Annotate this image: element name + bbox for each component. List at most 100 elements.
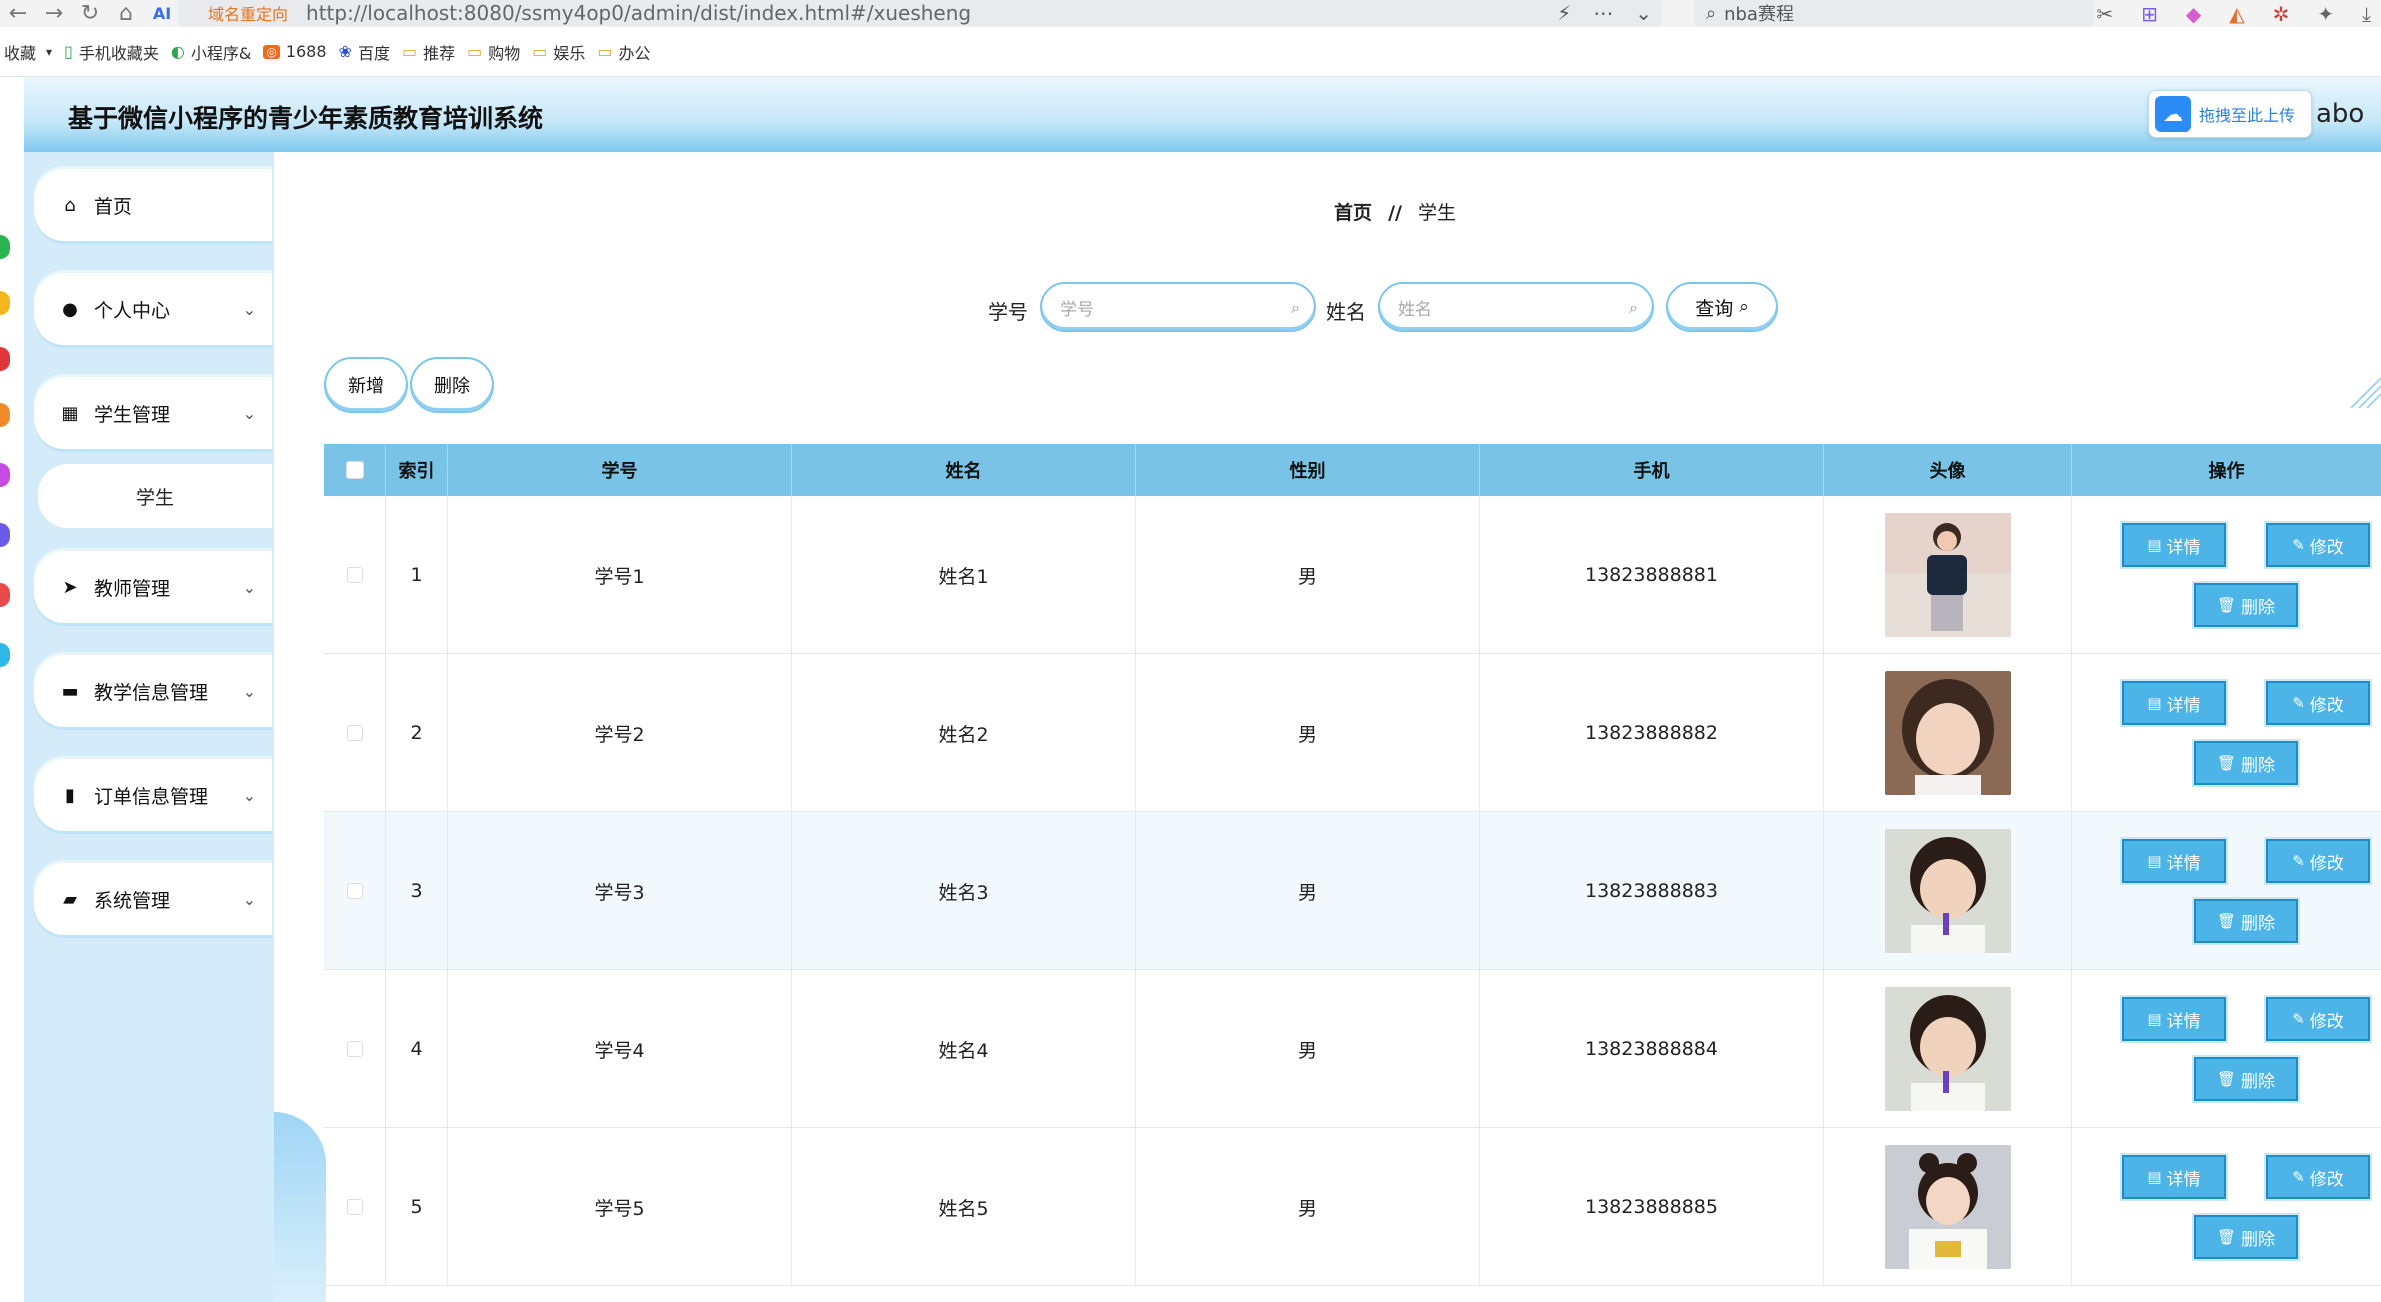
row-actions: ▤ 详情 ✎ 修改 🗑 删除 (2072, 1128, 2381, 1286)
delete-button[interactable]: 🗑 删除 (2194, 899, 2298, 943)
student-avatar[interactable] (1884, 829, 2011, 953)
delete-button[interactable]: 🗑 删除 (2194, 741, 2298, 785)
select-all-checkbox[interactable] (345, 461, 364, 479)
sidebar-subitem-student[interactable]: 学生 (38, 464, 272, 528)
pencil-icon: ✎ (2292, 852, 2305, 870)
trash-icon: 🗑 (2216, 912, 2237, 930)
edit-button[interactable]: ✎ 修改 (2266, 1155, 2370, 1199)
detail-button[interactable]: ▤ 详情 (2122, 997, 2226, 1041)
book-icon: ▮ (65, 784, 75, 806)
user-name[interactable]: abo (2316, 99, 2364, 129)
miniapp-icon: ◐ (170, 42, 185, 61)
table-row: 4 学号4 姓名4 男 13823888884 ▤ 详情 ✎ 修改 🗑 删除 (324, 970, 2381, 1128)
sidebar-item-order-info[interactable]: ▮ 订单信息管理 ⌄ (34, 756, 272, 834)
detail-button[interactable]: ▤ 详情 (2122, 839, 2226, 883)
translate-icon[interactable]: ⊞ (2141, 2, 2158, 26)
bolt-icon[interactable]: ⚡ (1557, 1, 1571, 25)
fox-extension-icon[interactable]: ◭ (2229, 2, 2244, 26)
more-icon[interactable]: ⋯ (1593, 1, 1613, 25)
bookmark-miniapp[interactable]: ◐ 小程序& (171, 40, 251, 64)
download-icon[interactable]: ⤓ (2362, 2, 2371, 26)
sidebar-app-icon[interactable] (0, 347, 10, 371)
chevron-down-icon[interactable]: ⌄ (1635, 1, 1652, 25)
send-icon: ➤ (62, 576, 78, 598)
document-icon: ▤ (2147, 852, 2162, 870)
pencil-icon: ✎ (2292, 694, 2305, 712)
reload-icon[interactable]: ↻ (72, 0, 108, 27)
cell-student-id: 学号1 (448, 496, 792, 654)
app-header: 基于微信小程序的青少年素质教育培训系统 ☁ 拖拽至此上传 abo ≡ (24, 77, 2381, 152)
chevron-down-icon: ⌄ (242, 889, 256, 909)
upload-label: 拖拽至此上传 (2199, 106, 2296, 125)
bookmark-entertainment[interactable]: ▭ 娱乐 (532, 40, 585, 64)
sidebar-app-icon[interactable] (0, 523, 10, 547)
detail-button[interactable]: ▤ 详情 (2122, 681, 2226, 725)
sidebar-item-student-mgmt[interactable]: ▦ 学生管理 ⌄ (34, 374, 272, 452)
row-checkbox[interactable] (346, 725, 363, 741)
add-button[interactable]: 新增 (324, 357, 408, 413)
sidebar-item-personal[interactable]: ● 个人中心 ⌄ (34, 270, 272, 348)
upload-drop-button[interactable]: ☁ 拖拽至此上传 (2148, 90, 2312, 138)
detail-button[interactable]: ▤ 详情 (2122, 1155, 2226, 1199)
query-button[interactable]: 查询 ⌕ (1666, 282, 1778, 332)
sidebar-app-icon[interactable] (0, 291, 10, 315)
forward-arrow-icon[interactable]: → (36, 0, 72, 27)
row-checkbox[interactable] (346, 883, 363, 899)
search-icon: ⌕ (1739, 297, 1749, 317)
scissors-icon[interactable]: ✂ (2096, 2, 2113, 26)
extension-color-icon[interactable]: ◆ (2186, 2, 2201, 26)
cell-phone: 13823888885 (1480, 1128, 1824, 1286)
name-input[interactable]: 姓名 ⌕ (1378, 282, 1654, 332)
delete-button[interactable]: 🗑 删除 (2194, 1215, 2298, 1259)
sidebar-app-icon[interactable] (0, 583, 10, 607)
sidebar-app-icon[interactable] (0, 643, 10, 667)
row-checkbox[interactable] (346, 1041, 363, 1057)
address-bar[interactable]: 域名重定向 http://localhost:8080/ssmy4op0/adm… (178, 0, 1662, 26)
table-row: 2 学号2 姓名2 男 13823888882 ▤ 详情 ✎ 修改 🗑 删除 (324, 654, 2381, 812)
cell-index: 4 (386, 970, 448, 1128)
student-avatar[interactable] (1884, 671, 2011, 795)
header-phone: 手机 (1480, 444, 1824, 496)
sidebar-app-icon[interactable] (0, 235, 10, 259)
bookmark-baidu[interactable]: ❀ 百度 (339, 40, 390, 64)
grid-icon: ▦ (61, 402, 79, 424)
bookmark-favorites[interactable]: 收藏 ▾ (4, 40, 52, 64)
student-avatar[interactable] (1884, 1145, 2011, 1269)
student-avatar[interactable] (1884, 987, 2011, 1111)
sidebar-item-system[interactable]: ▰ 系统管理 ⌄ (34, 860, 272, 938)
bookmark-mobile[interactable]: ▯ 手机收藏夹 (64, 40, 159, 64)
student-avatar[interactable] (1884, 513, 2011, 637)
table-row: 3 学号3 姓名3 男 13823888883 ▤ 详情 ✎ 修改 🗑 删除 (324, 812, 2381, 970)
breadcrumb-home[interactable]: 首页 (1334, 202, 1372, 224)
network-extension-icon[interactable]: ✲ (2273, 2, 2290, 26)
sidebar-item-teacher-mgmt[interactable]: ➤ 教师管理 ⌄ (34, 548, 272, 626)
bookmark-1688[interactable]: ◎ 1688 (263, 42, 327, 61)
row-checkbox[interactable] (346, 1199, 363, 1215)
sidebar-app-icon[interactable] (0, 463, 10, 487)
edit-button[interactable]: ✎ 修改 (2266, 681, 2370, 725)
puzzle-icon[interactable]: ✦ (2317, 2, 2334, 26)
trash-icon: 🗑 (2216, 1070, 2237, 1088)
edit-button[interactable]: ✎ 修改 (2266, 997, 2370, 1041)
back-arrow-icon[interactable]: ← (0, 0, 36, 27)
delete-button[interactable]: 🗑 删除 (2194, 583, 2298, 627)
sidebar-item-home[interactable]: ⌂ 首页 (34, 166, 272, 244)
bookmark-office[interactable]: ▭ 办公 (597, 40, 650, 64)
bookmark-recommend[interactable]: ▭ 推荐 (402, 40, 455, 64)
student-id-input[interactable]: 学号 ⌕ (1040, 282, 1316, 332)
sidebar-app-icon[interactable] (0, 403, 10, 427)
cell-index: 2 (386, 654, 448, 812)
detail-button[interactable]: ▤ 详情 (2122, 523, 2226, 567)
browser-search-box[interactable]: ⌕ nba赛程 (1694, 0, 2094, 26)
delete-button[interactable]: 🗑 删除 (2194, 1057, 2298, 1101)
batch-delete-button[interactable]: 删除 (410, 357, 494, 413)
sidebar-item-teaching-info[interactable]: ▬ 教学信息管理 ⌄ (34, 652, 272, 730)
edit-button[interactable]: ✎ 修改 (2266, 523, 2370, 567)
browser-sidebar (0, 77, 24, 1302)
ai-icon[interactable]: AI (144, 0, 180, 27)
edit-button[interactable]: ✎ 修改 (2266, 839, 2370, 883)
home-browser-icon[interactable]: ⌂ (108, 0, 144, 27)
row-checkbox[interactable] (346, 567, 363, 583)
table-header: 索引 学号 姓名 性别 手机 头像 操作 (324, 444, 2381, 496)
bookmark-shopping[interactable]: ▭ 购物 (467, 40, 520, 64)
